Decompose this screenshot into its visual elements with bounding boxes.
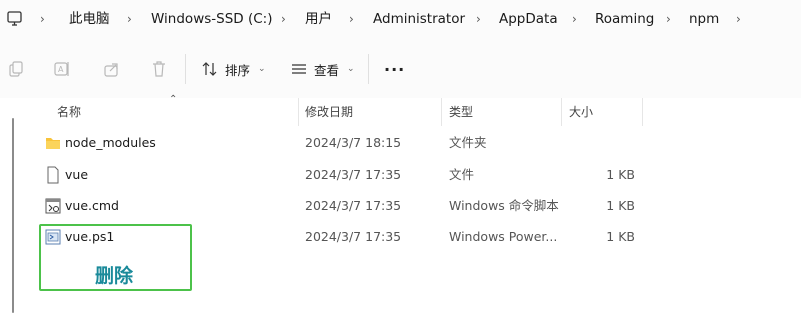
chevron-right-icon[interactable]: › bbox=[40, 10, 45, 28]
rename-icon[interactable]: A bbox=[53, 60, 71, 78]
toolbar-divider bbox=[185, 54, 186, 84]
breadcrumb-item-npm[interactable]: npm bbox=[689, 10, 719, 28]
chevron-right-icon[interactable]: › bbox=[281, 10, 286, 28]
column-divider[interactable] bbox=[561, 98, 562, 126]
column-header-size[interactable]: 大小 bbox=[569, 104, 593, 120]
file-size: 1 KB bbox=[606, 167, 635, 182]
column-divider[interactable] bbox=[298, 98, 299, 126]
file-name: vue bbox=[65, 167, 89, 182]
more-options-button[interactable]: ··· bbox=[384, 60, 405, 79]
sort-label: 排序 bbox=[225, 62, 251, 78]
address-bar: › 此电脑 › Windows-SSD (C:) › 用户 › Administ… bbox=[0, 0, 801, 38]
chevron-right-icon[interactable]: › bbox=[572, 10, 577, 28]
folder-icon bbox=[46, 138, 60, 149]
file-date: 2024/3/7 17:35 bbox=[305, 229, 402, 244]
breadcrumb-item-users[interactable]: 用户 bbox=[305, 10, 332, 28]
file-date: 2024/3/7 18:15 bbox=[305, 135, 402, 150]
copy-icon[interactable] bbox=[7, 60, 25, 78]
list-item[interactable]: node_modules 2024/3/7 18:15 文件夹 bbox=[0, 128, 801, 159]
file-type: 文件 bbox=[449, 167, 475, 182]
sort-button[interactable]: 排序 ⌄ bbox=[201, 60, 266, 78]
view-icon bbox=[292, 64, 306, 74]
breadcrumb-item-administrator[interactable]: Administrator bbox=[373, 10, 465, 28]
breadcrumb-item-appdata[interactable]: AppData bbox=[499, 10, 558, 28]
breadcrumb-item-this-pc[interactable]: 此电脑 bbox=[69, 10, 110, 28]
computer-icon[interactable] bbox=[7, 11, 22, 27]
delete-annotation: 删除 bbox=[95, 265, 134, 287]
list-item[interactable]: vue.cmd 2024/3/7 17:35 Windows 命令脚本 1 KB bbox=[0, 191, 801, 222]
cmd-script-icon bbox=[45, 198, 61, 214]
command-bar: A 排序 ⌄ 查看 ⌄ ··· bbox=[0, 38, 801, 98]
column-divider[interactable] bbox=[642, 98, 643, 126]
file-size: 1 KB bbox=[606, 198, 635, 213]
sort-ascending-icon: ⌃ bbox=[169, 94, 178, 105]
column-header-date[interactable]: 修改日期 bbox=[305, 104, 353, 120]
column-divider[interactable] bbox=[441, 98, 442, 126]
file-type: Windows Power... bbox=[449, 229, 558, 244]
file-name: node_modules bbox=[65, 135, 156, 150]
chevron-right-icon[interactable]: › bbox=[349, 10, 354, 28]
column-header-type[interactable]: 类型 bbox=[449, 104, 473, 120]
toolbar-divider bbox=[368, 54, 369, 84]
chevron-right-icon[interactable]: › bbox=[666, 10, 671, 28]
breadcrumb-item-roaming[interactable]: Roaming bbox=[595, 10, 654, 28]
column-header-row: ⌃ 名称 修改日期 类型 大小 bbox=[0, 94, 801, 126]
view-button[interactable]: 查看 ⌄ bbox=[290, 60, 355, 78]
chevron-down-icon: ⌄ bbox=[347, 64, 355, 74]
sort-icon bbox=[202, 62, 217, 76]
view-label: 查看 bbox=[314, 62, 340, 78]
column-header-name[interactable]: 名称 bbox=[57, 104, 81, 120]
list-item[interactable]: vue 2024/3/7 17:35 文件 1 KB bbox=[0, 160, 801, 191]
file-icon bbox=[47, 166, 59, 184]
chevron-right-icon[interactable]: › bbox=[127, 10, 132, 28]
file-type: Windows 命令脚本 bbox=[449, 198, 559, 213]
file-date: 2024/3/7 17:35 bbox=[305, 198, 402, 213]
file-date: 2024/3/7 17:35 bbox=[305, 167, 402, 182]
chevron-down-icon: ⌄ bbox=[258, 64, 266, 74]
chevron-right-icon[interactable]: › bbox=[736, 10, 741, 28]
delete-icon[interactable] bbox=[150, 60, 168, 78]
file-size: 1 KB bbox=[606, 229, 635, 244]
file-name: vue.cmd bbox=[65, 198, 119, 213]
chevron-right-icon[interactable]: › bbox=[476, 10, 481, 28]
svg-text:A: A bbox=[58, 65, 64, 74]
breadcrumb-item-drive[interactable]: Windows-SSD (C:) bbox=[151, 10, 272, 28]
share-icon[interactable] bbox=[103, 60, 121, 78]
file-type: 文件夹 bbox=[449, 135, 487, 150]
